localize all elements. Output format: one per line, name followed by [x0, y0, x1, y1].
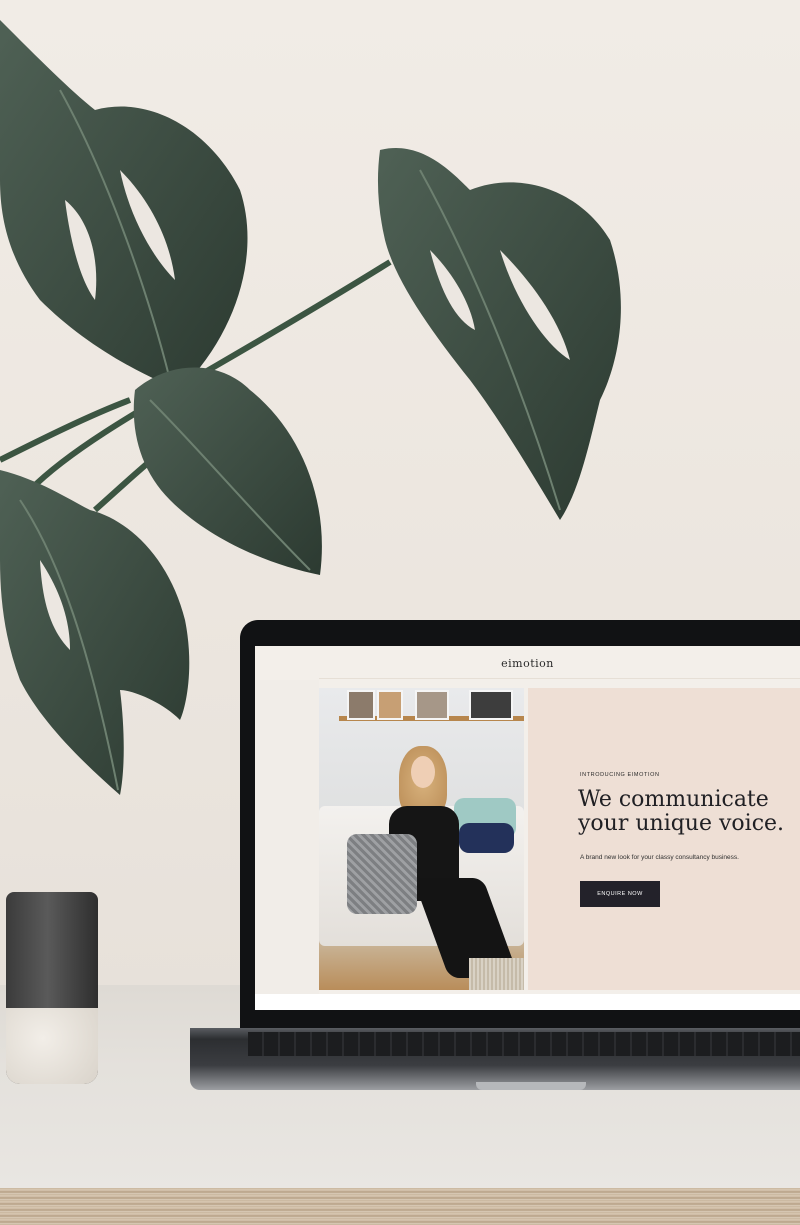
- picture-frame: [415, 690, 449, 720]
- cup-base: [6, 1008, 98, 1084]
- page-gutter: [255, 680, 319, 994]
- ceramic-cup-icon: [6, 892, 98, 1084]
- picture-frame: [347, 690, 375, 720]
- hero-subheadline: A brand new look for your classy consult…: [580, 854, 739, 861]
- hero-eyebrow: INTRODUCING EIMOTION: [580, 772, 660, 778]
- picture-frame: [377, 690, 403, 720]
- laptop-keyboard: [248, 1032, 800, 1056]
- laptop-notch: [476, 1082, 586, 1090]
- rug: [469, 958, 524, 990]
- pillow: [459, 823, 514, 853]
- photo-scene: eimotion INTRODUCING EIMOTION We communi…: [0, 0, 800, 1225]
- site-logo[interactable]: eimotion: [501, 657, 554, 670]
- hero-panel: INTRODUCING EIMOTION We communicate your…: [528, 688, 800, 990]
- laptop-screen: eimotion INTRODUCING EIMOTION We communi…: [255, 646, 800, 1010]
- picture-frame: [469, 690, 513, 720]
- header-divider: [319, 678, 800, 679]
- next-section: [255, 994, 800, 1010]
- knit-throw: [347, 834, 417, 914]
- enquire-now-button[interactable]: ENQUIRE NOW: [580, 881, 660, 907]
- hero-photo: [319, 688, 524, 990]
- hero-headline: We communicate your unique voice.: [578, 787, 785, 836]
- person-face: [411, 756, 435, 788]
- site-header: eimotion: [255, 646, 800, 680]
